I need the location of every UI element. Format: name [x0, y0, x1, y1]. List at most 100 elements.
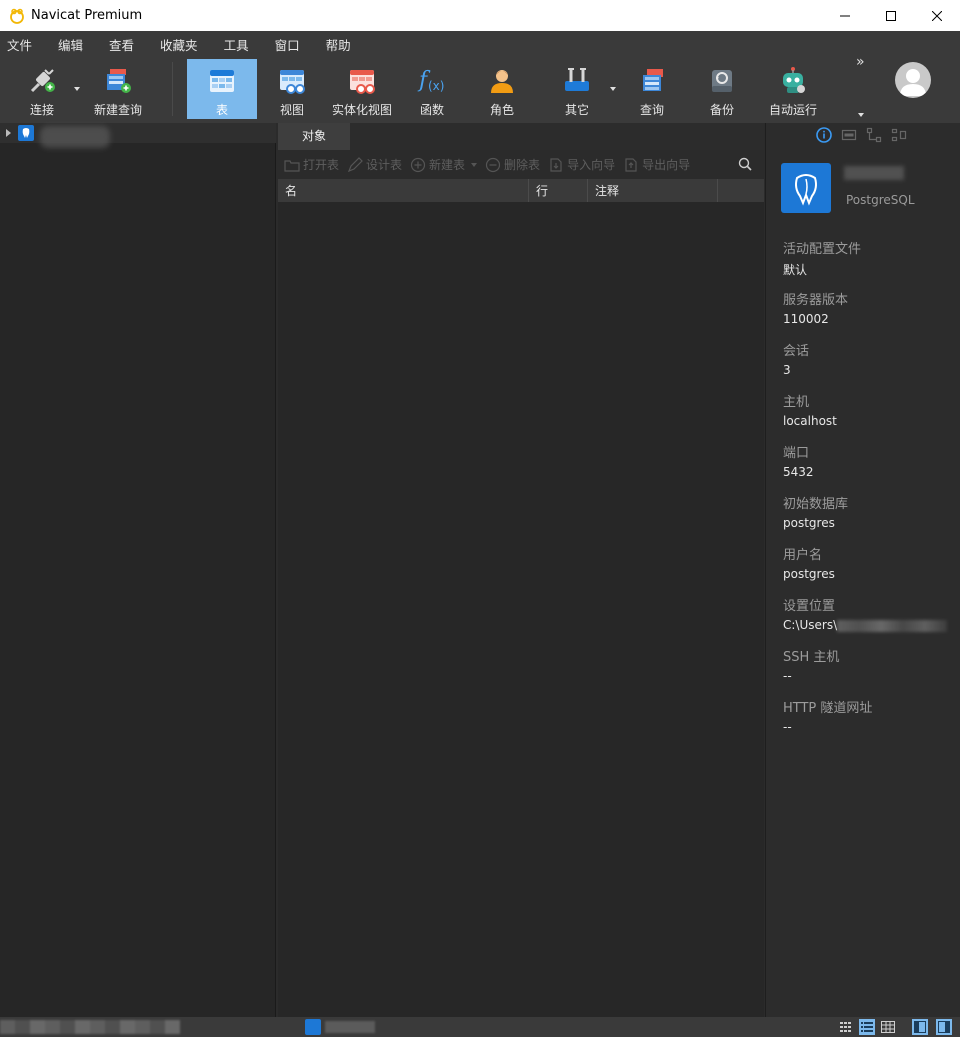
- open-table-label: 打开表: [303, 158, 340, 172]
- property-settings-location: 设置位置 C:\Users\: [783, 595, 948, 632]
- function-label: 函数: [419, 103, 444, 117]
- property-profile: 活动配置文件 默认: [783, 238, 861, 278]
- column-header-rows[interactable]: 行: [529, 179, 588, 202]
- query-icon: [636, 65, 668, 97]
- menu-tools[interactable]: 工具: [224, 35, 249, 54]
- pencil-icon: [347, 156, 363, 172]
- ddl-icon[interactable]: [841, 127, 857, 143]
- object-grid-body[interactable]: [278, 202, 764, 1017]
- automation-label: 自动运行: [768, 103, 817, 117]
- postgresql-icon: [18, 125, 34, 141]
- property-label: 活动配置文件: [783, 242, 862, 257]
- import-wizard-label: 导入向导: [567, 158, 616, 172]
- property-port: 端口 5432: [783, 442, 814, 479]
- design-table-button[interactable]: 设计表: [347, 156, 402, 173]
- connect-dropdown-icon[interactable]: [74, 87, 80, 91]
- status-connection-redacted: [325, 1021, 375, 1033]
- object-grid-header: 名 行 注释: [278, 179, 764, 202]
- automation-button[interactable]: 自动运行: [763, 59, 823, 119]
- column-comment-label: 注释: [595, 184, 620, 198]
- materialized-view-label: 实体化视图: [331, 103, 392, 117]
- backup-icon: [706, 65, 738, 97]
- delete-table-button[interactable]: 删除表: [485, 156, 540, 173]
- new-table-dropdown-icon[interactable]: [471, 162, 478, 167]
- table-button[interactable]: 表: [187, 59, 257, 119]
- property-value: C:\Users\: [783, 618, 838, 632]
- property-username: 用户名 postgres: [783, 544, 835, 581]
- new-query-icon: [102, 65, 134, 97]
- export-icon: [625, 157, 637, 172]
- window-title: Navicat Premium: [31, 8, 143, 23]
- toolbar-customize-icon[interactable]: [858, 113, 864, 117]
- menu-edit[interactable]: 编辑: [58, 35, 83, 54]
- other-dropdown-icon[interactable]: [610, 87, 616, 91]
- detail-view-icon[interactable]: [880, 1019, 896, 1035]
- robot-icon: [777, 65, 809, 97]
- grid-view-icon[interactable]: [838, 1019, 854, 1035]
- close-button[interactable]: [914, 0, 960, 31]
- new-query-label: 新建查询: [93, 103, 142, 117]
- toggle-right-pane-icon[interactable]: [936, 1019, 952, 1035]
- other-button[interactable]: 其它: [547, 59, 607, 119]
- status-text-redacted: [0, 1020, 180, 1034]
- toolbar-separator: [172, 62, 173, 116]
- view-icon: [276, 65, 308, 97]
- maximize-icon: [886, 10, 896, 21]
- property-sessions: 会话 3: [783, 340, 809, 377]
- connection-name-redacted: [40, 126, 110, 148]
- maximize-button[interactable]: [868, 0, 914, 31]
- function-icon: f (x): [416, 65, 448, 97]
- preview-icon[interactable]: [891, 127, 907, 143]
- plug-icon: [26, 65, 58, 97]
- query-label: 查询: [639, 103, 664, 117]
- menu-file[interactable]: 文件: [7, 35, 32, 54]
- menu-favorites[interactable]: 收藏夹: [160, 35, 198, 54]
- connect-button[interactable]: 连接: [14, 59, 70, 119]
- property-value: --: [783, 669, 792, 683]
- menu-window[interactable]: 窗口: [275, 35, 300, 54]
- import-icon: [550, 157, 562, 172]
- open-table-button[interactable]: 打开表: [284, 156, 339, 173]
- design-table-label: 设计表: [366, 158, 403, 172]
- export-wizard-label: 导出向导: [642, 158, 691, 172]
- tab-objects[interactable]: 对象: [278, 123, 350, 150]
- column-header-comment[interactable]: 注释: [588, 179, 718, 202]
- tab-strip: 对象: [278, 123, 764, 150]
- minimize-icon: [840, 15, 850, 16]
- add-circle-icon: [410, 157, 426, 172]
- delete-table-label: 删除表: [504, 158, 541, 172]
- toolbar-overflow-button[interactable]: »: [856, 54, 865, 70]
- role-label: 角色: [489, 103, 514, 117]
- export-wizard-button[interactable]: 导出向导: [623, 156, 690, 173]
- backup-label: 备份: [709, 103, 734, 117]
- role-button[interactable]: 角色: [472, 59, 532, 119]
- dependency-icon[interactable]: [866, 127, 882, 143]
- query-button[interactable]: 查询: [622, 59, 682, 119]
- expand-arrow-icon[interactable]: [6, 129, 11, 137]
- info-icon[interactable]: [816, 127, 832, 143]
- remove-circle-icon: [485, 157, 501, 172]
- column-header-name[interactable]: 名: [278, 179, 529, 202]
- search-icon[interactable]: [738, 157, 752, 171]
- minimize-button[interactable]: [822, 0, 868, 31]
- user-role-icon: [486, 65, 518, 97]
- view-button[interactable]: 视图: [262, 59, 322, 119]
- new-table-button[interactable]: 新建表: [410, 156, 478, 173]
- toggle-left-pane-icon[interactable]: [912, 1019, 928, 1035]
- postgresql-icon: [305, 1019, 321, 1035]
- menu-view[interactable]: 查看: [109, 35, 134, 54]
- property-label: 设置位置: [783, 599, 836, 614]
- user-avatar[interactable]: [895, 62, 931, 98]
- import-wizard-button[interactable]: 导入向导: [548, 156, 615, 173]
- menu-help[interactable]: 帮助: [326, 35, 351, 54]
- function-button[interactable]: f (x) 函数: [402, 59, 462, 119]
- object-pane: 对象 打开表 设计表 新建表 删除表 导入向导 导出向导 名 行 注释: [278, 123, 764, 1017]
- backup-button[interactable]: 备份: [692, 59, 752, 119]
- new-query-button[interactable]: 新建查询: [88, 59, 148, 119]
- column-rows-label: 行: [536, 184, 549, 198]
- navigation-pane: [0, 123, 276, 1017]
- materialized-view-button[interactable]: 实体化视图: [327, 59, 397, 119]
- property-label: 用户名: [783, 548, 823, 563]
- property-value: 3: [783, 363, 791, 377]
- list-view-icon[interactable]: [859, 1019, 875, 1035]
